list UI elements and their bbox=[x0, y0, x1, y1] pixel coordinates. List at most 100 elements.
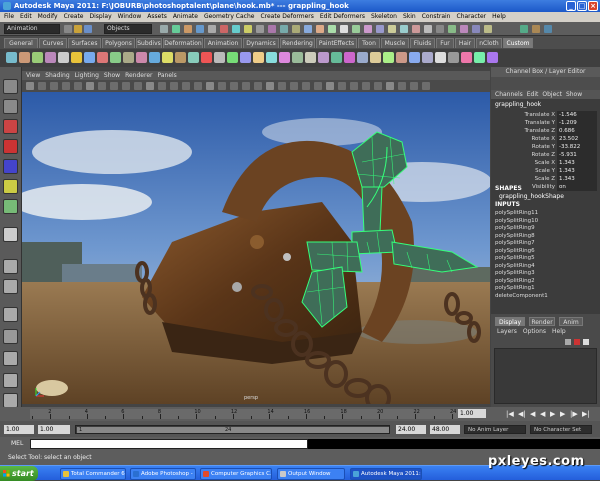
layer-options-icon[interactable] bbox=[583, 339, 589, 345]
shelf-tool-icon[interactable] bbox=[435, 52, 446, 63]
shelf-tool-icon[interactable] bbox=[461, 52, 472, 63]
layer-list[interactable] bbox=[494, 348, 597, 404]
channel-value[interactable]: -5.931 bbox=[557, 151, 597, 159]
window-title-bar[interactable]: Autodesk Maya 2011: F:\JOBURB\photoshopt… bbox=[0, 0, 600, 12]
menu-file[interactable]: File bbox=[4, 13, 14, 20]
shelf-tab-rendering[interactable]: Rendering bbox=[280, 38, 315, 48]
shelf-tool-icon[interactable] bbox=[45, 52, 56, 63]
rotate-tool-icon[interactable] bbox=[3, 159, 18, 174]
anim-layer-dropdown[interactable]: No Anim Layer bbox=[464, 425, 526, 434]
shelf-tab-surfaces[interactable]: Surfaces bbox=[68, 38, 101, 48]
status-tool-icon[interactable] bbox=[316, 25, 324, 33]
panel-menu-lighting[interactable]: Lighting bbox=[75, 72, 99, 79]
shelf-tool-icon[interactable] bbox=[487, 52, 498, 63]
shelf-tool-icon[interactable] bbox=[383, 52, 394, 63]
shelf-tool-icon[interactable] bbox=[292, 52, 303, 63]
shelf-tool-icon[interactable] bbox=[32, 52, 43, 63]
status-tool-icon[interactable] bbox=[400, 25, 408, 33]
go-to-end-icon[interactable]: ▶| bbox=[582, 410, 590, 418]
panel-tool-icon[interactable] bbox=[62, 82, 70, 90]
panel-tool-icon[interactable] bbox=[86, 82, 94, 90]
channel-value[interactable]: 1.343 bbox=[557, 167, 597, 175]
status-tool-icon[interactable] bbox=[244, 25, 252, 33]
shelf-tool-icon[interactable] bbox=[370, 52, 381, 63]
channel-row[interactable]: Scale X 1.343 bbox=[493, 159, 597, 167]
range-bar[interactable]: 1 24 bbox=[75, 425, 390, 434]
channel-menu-object[interactable]: Object bbox=[542, 91, 562, 98]
panel-tool-icon[interactable] bbox=[314, 82, 322, 90]
time-ruler[interactable]: 2 4 6 8 10 12 14 16 18 20 22 24 bbox=[30, 409, 458, 419]
panel-tool-icon[interactable] bbox=[146, 82, 154, 90]
panel-tool-icon[interactable] bbox=[134, 82, 142, 90]
shelf-tool-icon[interactable] bbox=[136, 52, 147, 63]
channel-row[interactable]: Rotate X 23.502 bbox=[493, 135, 597, 143]
render-icon[interactable] bbox=[520, 25, 528, 33]
menu-set-dropdown[interactable]: Animation bbox=[4, 24, 60, 34]
panel-tool-icon[interactable] bbox=[410, 82, 418, 90]
panel-tool-icon[interactable] bbox=[266, 82, 274, 90]
playback-end-field[interactable]: 24.00 bbox=[396, 425, 426, 434]
channel-value[interactable]: 1.343 bbox=[557, 175, 597, 183]
shelf-tool-icon[interactable] bbox=[279, 52, 290, 63]
new-scene-icon[interactable] bbox=[64, 25, 72, 33]
status-tool-icon[interactable] bbox=[232, 25, 240, 33]
panel-tool-icon[interactable] bbox=[374, 82, 382, 90]
viewport-persp[interactable]: persp bbox=[22, 92, 490, 404]
menu-character[interactable]: Character bbox=[457, 13, 487, 20]
channel-value[interactable]: -1.546 bbox=[557, 111, 597, 119]
channel-row[interactable]: Scale Y 1.343 bbox=[493, 167, 597, 175]
status-tool-icon[interactable] bbox=[436, 25, 444, 33]
start-button[interactable]: start bbox=[0, 466, 38, 481]
channel-value[interactable]: 0.686 bbox=[557, 127, 597, 135]
taskbar-button[interactable]: Adobe Photoshop - [... bbox=[130, 468, 196, 480]
panel-tool-icon[interactable] bbox=[338, 82, 346, 90]
save-scene-icon[interactable] bbox=[84, 25, 92, 33]
step-back-frame-icon[interactable]: ◀ bbox=[530, 410, 535, 418]
panel-tool-icon[interactable] bbox=[278, 82, 286, 90]
layout-single-icon[interactable] bbox=[3, 259, 18, 274]
status-tool-icon[interactable] bbox=[328, 25, 336, 33]
status-tool-icon[interactable] bbox=[196, 25, 204, 33]
status-tool-icon[interactable] bbox=[256, 25, 264, 33]
new-layer-icon[interactable] bbox=[565, 339, 571, 345]
taskbar-button[interactable]: Output Window bbox=[277, 468, 345, 480]
panel-tool-icon[interactable] bbox=[386, 82, 394, 90]
shelf-tab-toon[interactable]: Toon bbox=[358, 38, 380, 48]
panel-menu-shading[interactable]: Shading bbox=[45, 72, 69, 79]
shelf-tab-polygons[interactable]: Polygons bbox=[102, 38, 135, 48]
scale-tool-icon[interactable] bbox=[3, 179, 18, 194]
shelf-tool-icon[interactable] bbox=[71, 52, 82, 63]
shelf-tool-icon[interactable] bbox=[6, 52, 17, 63]
status-tool-icon[interactable] bbox=[220, 25, 228, 33]
shelf-tool-icon[interactable] bbox=[409, 52, 420, 63]
start-time-field[interactable]: 1.00 bbox=[4, 425, 34, 434]
panel-tool-icon[interactable] bbox=[182, 82, 190, 90]
menu-modify[interactable]: Modify bbox=[38, 13, 58, 20]
panel-tool-icon[interactable] bbox=[74, 82, 82, 90]
minimize-button[interactable]: _ bbox=[566, 1, 576, 11]
shelf-tab-hair[interactable]: Hair bbox=[455, 38, 475, 48]
play-backwards-icon[interactable]: ◀ bbox=[540, 410, 545, 418]
shelf-tab-deformation[interactable]: Deformation bbox=[163, 38, 203, 48]
shelf-tool-icon[interactable] bbox=[305, 52, 316, 63]
status-tool-icon[interactable] bbox=[376, 25, 384, 33]
command-language-label[interactable]: MEL bbox=[11, 440, 23, 447]
channel-value[interactable]: 23.502 bbox=[557, 135, 597, 143]
layer-menu-help[interactable]: Help bbox=[552, 328, 566, 335]
shelf-tool-icon[interactable] bbox=[448, 52, 459, 63]
go-to-start-icon[interactable]: |◀ bbox=[506, 410, 514, 418]
shelf-tab-fluids[interactable]: Fluids bbox=[410, 38, 435, 48]
play-forwards-icon[interactable]: ▶ bbox=[550, 410, 555, 418]
panel-tool-icon[interactable] bbox=[110, 82, 118, 90]
manipulator-icon[interactable] bbox=[3, 199, 18, 214]
render-settings-icon[interactable] bbox=[544, 25, 552, 33]
shelf-tab-curves[interactable]: Curves bbox=[39, 38, 67, 48]
menu-animate[interactable]: Animate bbox=[173, 13, 198, 20]
shelf-tool-icon[interactable] bbox=[214, 52, 225, 63]
range-handle[interactable]: 1 24 bbox=[77, 427, 389, 433]
channel-value[interactable]: on bbox=[557, 183, 597, 191]
layout-hypershade-icon[interactable] bbox=[3, 351, 18, 366]
taskbar-button[interactable]: Autodesk Maya 2011:... bbox=[350, 468, 422, 480]
ipr-render-icon[interactable] bbox=[532, 25, 540, 33]
menu-display[interactable]: Display bbox=[90, 13, 112, 20]
